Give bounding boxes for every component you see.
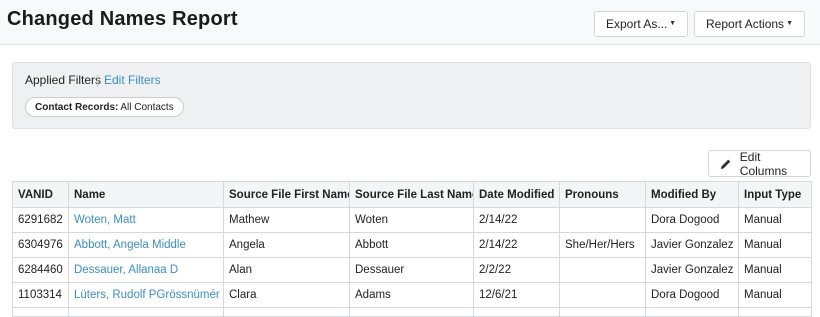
cell-pronouns: She/Her/Hers [559,232,646,258]
column-header-pronouns[interactable]: Pronouns [559,181,646,208]
cell-vanid: 6304976 [12,232,69,258]
cell-input-type: Manual [738,232,812,258]
report-actions-label: Report Actions [706,17,785,31]
cell-source-last-name: Woten [349,207,474,233]
cell-pronouns [559,257,646,283]
pencil-icon [720,159,731,169]
cell-source-last-name: Adams [349,282,474,308]
table-row: 6291682 Woten, Matt Mathew Woten 2/14/22… [12,207,812,233]
cell-name-link[interactable]: Woten, Matt [68,207,224,233]
table-header-row: VANID Name Source File First Name Source… [12,181,812,208]
edit-columns-label: Edit Columns [739,149,788,178]
column-header-vanid[interactable]: VANID [12,181,69,208]
edit-columns-button[interactable]: Edit Columns [708,149,811,178]
export-as-label: Export As... [606,17,668,31]
cell-vanid: 6284460 [12,257,69,283]
page-title: Changed Names Report [7,8,238,30]
table-row-partial [12,307,812,317]
table-row: 6304976 Abbott, Angela Middle Angela Abb… [12,232,812,258]
changed-names-table: VANID Name Source File First Name Source… [12,181,812,317]
cell-source-first-name: Alan [223,257,350,283]
filter-chip-contact-records[interactable]: Contact Records: All Contacts [25,97,184,117]
export-as-button[interactable]: Export As... ▼ [594,11,688,37]
cell-vanid: 6291682 [12,207,69,233]
cell-pronouns [559,207,646,233]
cell-modified-by: Javier Gonzalez [645,232,739,258]
cell-input-type: Manual [738,282,812,308]
cell-modified-by: Dora Dogood [645,282,739,308]
cell-source-first-name: Angela [223,232,350,258]
cell-input-type: Manual [738,207,812,233]
cell-source-first-name: Mathew [223,207,350,233]
cell-source-last-name: Dessauer [349,257,474,283]
applied-filters-label: Applied Filters [25,73,102,87]
column-header-modified-by[interactable]: Modified By [645,181,739,208]
table-row: 1103314 Lüters, Rudolf PGrössnümér Clara… [12,282,812,308]
filters-divider [97,75,98,87]
cell-date-modified: 2/2/22 [473,257,560,283]
report-header: Changed Names Report Export As... ▼ Repo… [0,0,820,45]
cell-source-last-name: Abbott [349,232,474,258]
cell-name-link[interactable]: Lüters, Rudolf PGrössnümér [68,282,224,308]
cell-date-modified: 2/14/22 [473,207,560,233]
column-header-source-first-name[interactable]: Source File First Name [223,181,350,208]
applied-filters-panel: Applied Filters Edit Filters Contact Rec… [12,62,811,129]
report-actions-button[interactable]: Report Actions ▼ [694,11,805,37]
column-header-source-last-name[interactable]: Source File Last Name [349,181,474,208]
cell-pronouns [559,282,646,308]
cell-date-modified: 2/14/22 [473,232,560,258]
cell-modified-by: Javier Gonzalez [645,257,739,283]
table-row: 6284460 Dessauer, Allanaa D Alan Dessaue… [12,257,812,283]
cell-vanid: 1103314 [12,282,69,308]
caret-down-icon: ▼ [669,20,676,27]
caret-down-icon: ▼ [786,20,793,27]
edit-filters-link[interactable]: Edit Filters [104,73,161,87]
cell-source-first-name: Clara [223,282,350,308]
filter-chip-key: Contact Records: [35,101,119,113]
column-header-date-modified[interactable]: Date Modified [473,181,560,208]
cell-date-modified: 12/6/21 [473,282,560,308]
filter-chip-value: All Contacts [120,101,174,113]
cell-input-type: Manual [738,257,812,283]
cell-name-link[interactable]: Abbott, Angela Middle [68,232,224,258]
column-header-input-type[interactable]: Input Type [738,181,812,208]
cell-name-link[interactable]: Dessauer, Allanaa D [68,257,224,283]
column-header-name[interactable]: Name [68,181,224,208]
cell-modified-by: Dora Dogood [645,207,739,233]
